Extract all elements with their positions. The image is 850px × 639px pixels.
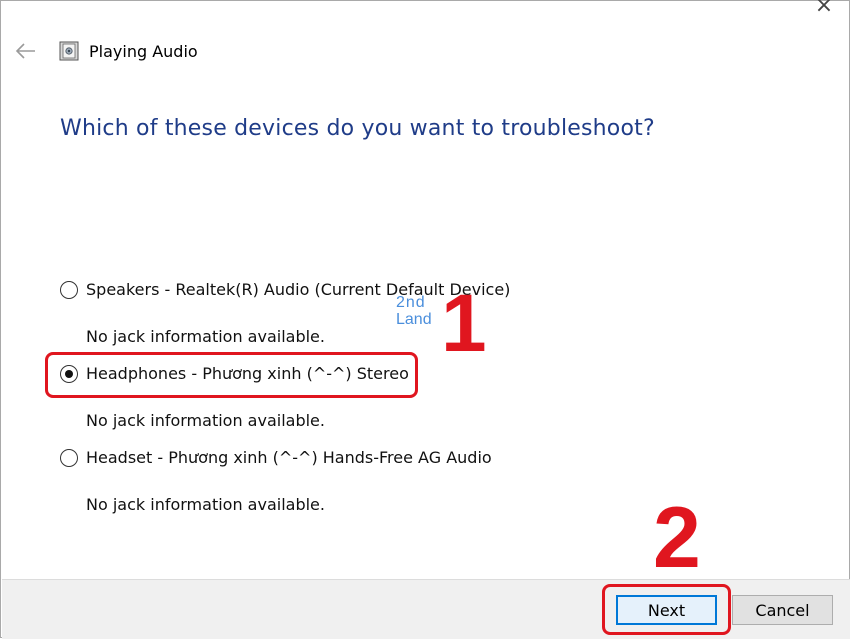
device-option-headset[interactable]: Headset - Phương xinh (^-^) Hands-Free A… <box>60 446 492 470</box>
device-info-headphones: No jack information available. <box>86 411 325 430</box>
close-icon[interactable]: × <box>813 0 835 17</box>
cancel-button[interactable]: Cancel <box>732 595 833 625</box>
device-label-headset: Headset - Phương xinh (^-^) Hands-Free A… <box>86 448 492 467</box>
step-number-2: 2 <box>653 490 701 586</box>
step-number-1: 1 <box>441 278 487 369</box>
device-info-speakers: No jack information available. <box>86 327 325 346</box>
radio-speakers[interactable] <box>60 281 78 299</box>
troubleshooter-icon <box>59 41 79 61</box>
highlight-box-next <box>602 584 731 635</box>
back-arrow-icon[interactable] <box>14 41 38 61</box>
troubleshooter-window: × Playing Audio Which of these devices d… <box>0 0 850 639</box>
highlight-box-headphones <box>45 352 418 398</box>
page-heading: Which of these devices do you want to tr… <box>60 116 655 141</box>
radio-headset[interactable] <box>60 449 78 467</box>
device-info-headset: No jack information available. <box>86 495 325 514</box>
window-title: Playing Audio <box>89 42 198 61</box>
